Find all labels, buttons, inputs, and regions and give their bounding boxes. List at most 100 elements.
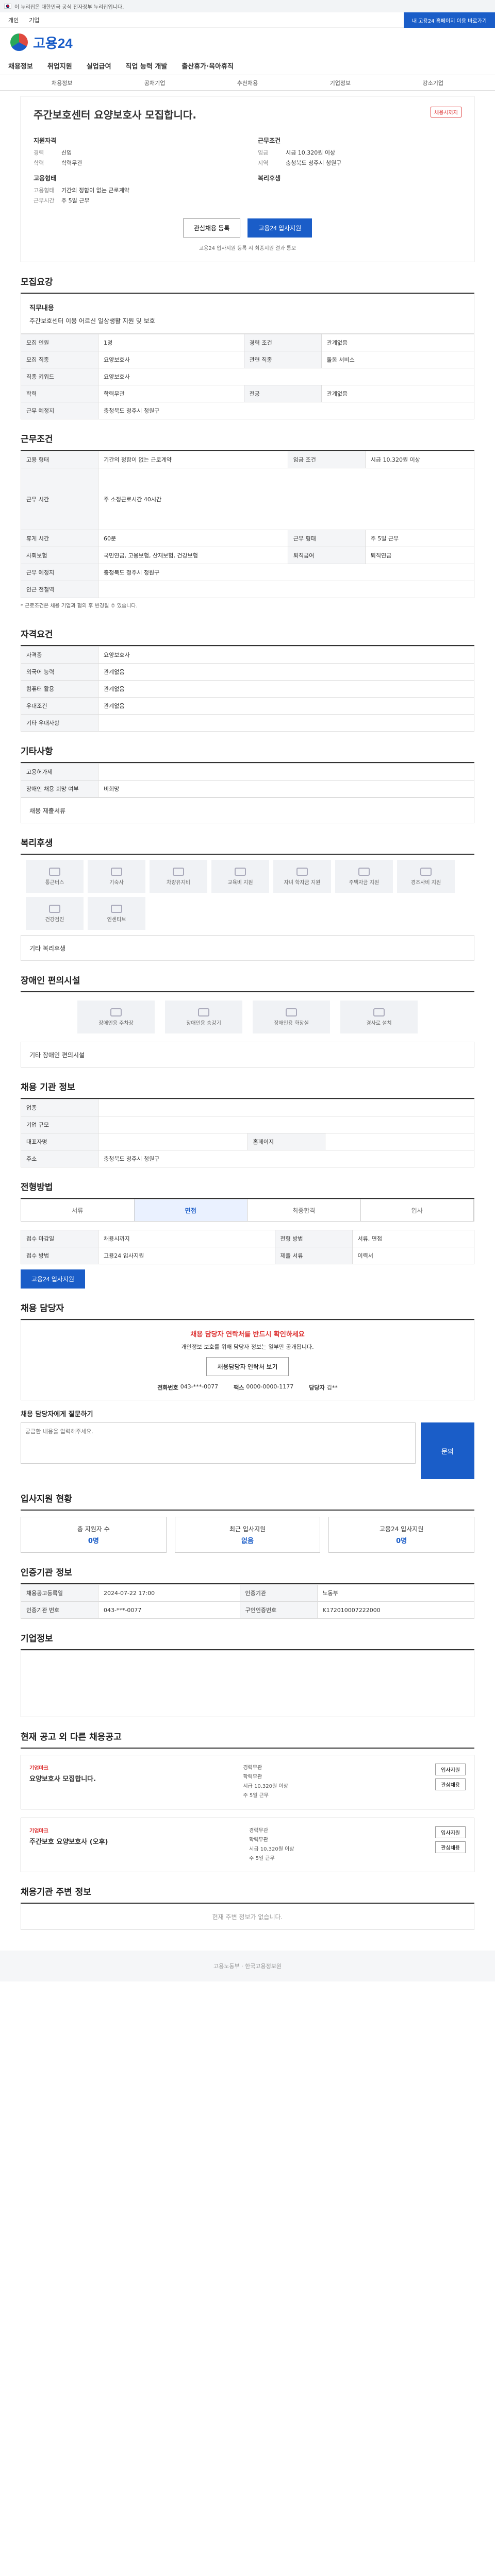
section-label: 근무조건 (258, 137, 281, 144)
disabled-tiles: 장애인용 주차장 장애인용 승강기 장애인용 화장실 경사로 설치 (21, 992, 474, 1042)
section-title: 기업정보 (21, 1631, 474, 1650)
interest-button[interactable]: 관심채용 등록 (183, 218, 241, 238)
corp-box (21, 1650, 474, 1717)
company-table: 업종 기업 규모 대표자명 홈페이지 주소 충청북도 청주시 청원구 (21, 1099, 474, 1167)
gov-banner: 이 누리집은 대한민국 공식 전자정부 누리집입니다. (0, 0, 495, 12)
section-title: 인증기관 정보 (21, 1565, 474, 1584)
subnav-item[interactable]: 강소기업 (423, 79, 443, 87)
welfare-tile: 교육비 지원 (211, 860, 269, 893)
kv-row: 고용형태 기간의 정함이 없는 근로계약 (34, 187, 129, 194)
job-summary: 주간보호센터 요양보호사 모집합니다. 채용시까지 지원자격 경력 신입 학력 학력… (21, 96, 474, 262)
related-apply-button[interactable]: 입사지원 (435, 1826, 466, 1838)
kv-row: 지역 충청북도 청주시 청원구 (258, 160, 342, 166)
elevator-icon (198, 1008, 209, 1016)
welfare-tiles: 통근버스 기숙사 차량유지비 교육비 지원 자녀 학자금 지원 주택자금 지원 … (21, 855, 474, 935)
house-icon (111, 867, 122, 876)
show-contact-button[interactable]: 채용담당자 연락처 보기 (206, 1357, 289, 1376)
kv-row: 학력 학력무관 (34, 160, 82, 166)
info-table: 채용공고등록일 2024-07-22 17:00 인증기관 노동부 인증기관 번호 04… (21, 1584, 475, 1619)
subnav-item[interactable]: 공채기업 (144, 79, 165, 87)
nearby-empty: 현재 주변 정보가 없습니다. (21, 1904, 474, 1930)
recruit-table: 모집 인원 1명 경력 조건 관계없음 모집 직종 요양보호사 관련 직종 돌봄 서비스 직… (21, 334, 475, 419)
section-label: 복리후생 (258, 175, 281, 182)
step: 면접 (134, 1199, 248, 1221)
contacts: 전화번호 043-***-0077 팩스 0000-0000-1177 담당자 김** (157, 1383, 338, 1391)
welfare-tile: 차량유지비 (150, 860, 207, 893)
welfare-tile: 기숙사 (88, 860, 145, 893)
send-button[interactable]: 문의 (420, 1422, 474, 1479)
star-icon (111, 904, 122, 913)
status-boxes: 총 지원자 수 0명 최근 입사지원 없음 고용24 입사지원 0명 (21, 1517, 475, 1553)
section-title: 장애인 편의시설 (21, 973, 474, 992)
welfare-tile: 통근버스 (26, 860, 84, 893)
step: 입사 (361, 1199, 474, 1221)
duty-box: 직무내용 주간보호센터 이용 어르신 일상생활 지원 및 보호 (21, 294, 474, 334)
main-nav: 채용정보 취업지원 실업급여 직업 능력 개발 출산휴가·육아휴직 (0, 57, 495, 75)
inquiry-alert: 채용 담당자 연락처를 반드시 확인하세요 (190, 1331, 305, 1338)
status-box: 고용24 입사지원 0명 (328, 1517, 475, 1553)
section-label: 지원자격 (34, 137, 57, 144)
bus-icon (49, 867, 60, 876)
footer: 고용노동부 · 한국고용정보원 (0, 1951, 495, 1981)
subnav-item[interactable]: 추천채용 (237, 79, 258, 87)
nav-item[interactable]: 채용정보 (8, 61, 33, 71)
welfare-tile: 건강검진 (26, 897, 84, 930)
ramp-icon (373, 1008, 385, 1016)
deadline-badge: 채용시까지 (431, 107, 461, 117)
top-right-link[interactable]: 내 고용24 홈페이지 이용 바로가기 (403, 12, 495, 28)
section-title: 현재 공고 외 다른 채용공고 (21, 1730, 474, 1749)
top-bar: 개인 기업 내 고용24 홈페이지 이용 바로가기 (0, 12, 495, 28)
sub-nav: 채용정보 공채기업 추천채용 기업정보 강소기업 (0, 75, 495, 91)
disabled-tile: 장애인용 주차장 (77, 1001, 155, 1033)
section-title: 자격요건 (21, 627, 474, 646)
question-input[interactable] (21, 1422, 416, 1464)
related-apply-button[interactable]: 입사지원 (435, 1764, 466, 1775)
section-title: 채용기관 주변 정보 (21, 1885, 474, 1904)
work-note: * 근로조건은 채용 기업과 협의 후 변경될 수 있습니다. (21, 603, 138, 609)
kv-row: 임금 시급 10,320원 이상 (258, 149, 336, 156)
cap-icon (296, 867, 308, 876)
subnav-item[interactable]: 채용정보 (52, 79, 72, 87)
apply-notice: 고용24 입사지원 등록 시 최종지원 결과 통보 (199, 246, 296, 251)
welfare-tile: 인센티브 (88, 897, 145, 930)
section-title: 근무조건 (21, 432, 474, 451)
logo-icon (10, 33, 28, 51)
section-title: 전형방법 (21, 1180, 474, 1199)
disabled-tile: 장애인용 화장실 (253, 1001, 330, 1033)
process-apply-button[interactable]: 고용24 입사지원 (21, 1269, 85, 1289)
top-personal[interactable]: 개인 (8, 16, 19, 24)
welfare-tile: 주택자금 지원 (335, 860, 393, 893)
money-icon (358, 867, 370, 876)
status-box: 최근 입사지원 없음 (174, 1517, 321, 1553)
related-interest-button[interactable]: 관심채용 (435, 1841, 466, 1853)
job-title: 주간보호센터 요양보호사 모집합니다. (34, 109, 196, 121)
related-job[interactable]: 기업마크 주간보호 요양보호사 (오후) 경력무관 학력무관 시급 10,320원 이… (21, 1818, 474, 1872)
etc-sub: 채용 제출서류 (21, 798, 474, 823)
work-table: 고용 형태 기간의 정함이 없는 근로계약 임금 조건 시급 10,320원 이상 근… (21, 451, 475, 598)
qual-table: 자격증 요양보호사 외국어 능력 관계없음 컴퓨터 활용 관계없음 우대조건 관계없음 … (21, 646, 474, 732)
related-job[interactable]: 기업마크 요양보호사 모집합니다. 경력무관 학력무관 시급 10,320원 이상 주 … (21, 1755, 474, 1809)
nav-item[interactable]: 취업지원 (47, 61, 72, 71)
nav-item[interactable]: 출산휴가·육아휴직 (182, 61, 234, 71)
car-icon (173, 867, 184, 876)
status-box: 총 지원자 수 0명 (21, 1517, 167, 1553)
parking-icon (110, 1008, 122, 1016)
inquiry-box: 채용 담당자 연락처를 반드시 확인하세요 개인정보 보호를 위해 담당자 정보… (21, 1320, 474, 1400)
nav-item[interactable]: 실업급여 (87, 61, 111, 71)
etc-table: 고용허가제 장애인 채용 희망 여부 비희망 (21, 763, 474, 798)
subnav-item[interactable]: 기업정보 (330, 79, 351, 87)
header-logo[interactable]: 고용24 (0, 28, 495, 57)
restroom-icon (286, 1008, 297, 1016)
book-icon (235, 867, 246, 876)
nav-item[interactable]: 직업 능력 개발 (126, 61, 168, 71)
welfare-sub: 기타 복리후생 (21, 935, 474, 961)
apply-button[interactable]: 고용24 입사지원 (248, 218, 312, 238)
disabled-sub: 기타 장애인 편의시설 (21, 1042, 474, 1067)
related-interest-button[interactable]: 관심채용 (435, 1778, 466, 1790)
section-title: 모집요강 (21, 275, 474, 294)
top-corp[interactable]: 기업 (29, 16, 39, 24)
section-title: 기타사항 (21, 744, 474, 763)
kv-row: 경력 신입 (34, 149, 72, 156)
flag-icon (4, 4, 11, 9)
section-label: 고용형태 (34, 175, 57, 182)
